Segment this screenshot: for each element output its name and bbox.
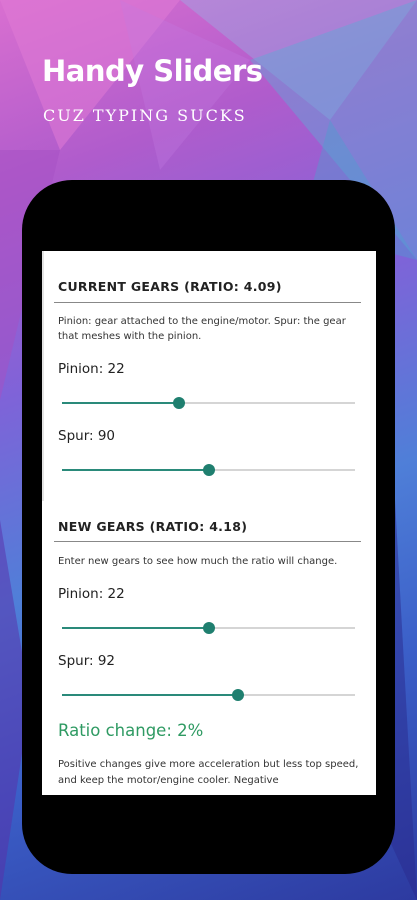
slider-fill [62,627,209,629]
new-gears-title: NEW GEARS (RATIO: 4.18) [58,519,248,534]
current-gears-title: CURRENT GEARS (RATIO: 4.09) [58,279,282,294]
current-pinion-label: Pinion: 22 [58,361,125,377]
current-spur-slider[interactable] [62,463,355,477]
current-gears-divider [54,302,361,303]
slider-fill [62,402,180,404]
slider-thumb[interactable] [231,689,244,701]
slider-thumb[interactable] [173,397,186,409]
slider-fill [62,694,238,696]
promo-subtitle: CUZ TYPING SUCKS [43,106,247,125]
slider-fill [62,469,209,471]
new-spur-slider[interactable] [62,688,355,702]
new-pinion-slider[interactable] [62,621,355,635]
new-gears-divider [54,541,361,542]
new-pinion-label: Pinion: 22 [58,586,125,602]
slider-thumb[interactable] [202,622,215,634]
new-gears-description: Enter new gears to see how much the rati… [58,556,338,567]
app-screen: CURRENT GEARS (RATIO: 4.09) Pinion: gear… [42,251,376,795]
current-gears-description: Pinion: gear attached to the engine/moto… [58,316,346,342]
current-spur-label: Spur: 90 [58,428,116,444]
promo-title: Handy Sliders [42,54,263,88]
new-spur-label: Spur: 92 [58,653,116,669]
screen-edge-shadow [42,251,44,501]
ratio-explanation-text: Positive changes give more acceleration … [58,759,359,786]
ratio-change-text: Ratio change: 2% [58,721,204,740]
slider-thumb[interactable] [202,464,215,476]
current-pinion-slider[interactable] [62,396,355,410]
